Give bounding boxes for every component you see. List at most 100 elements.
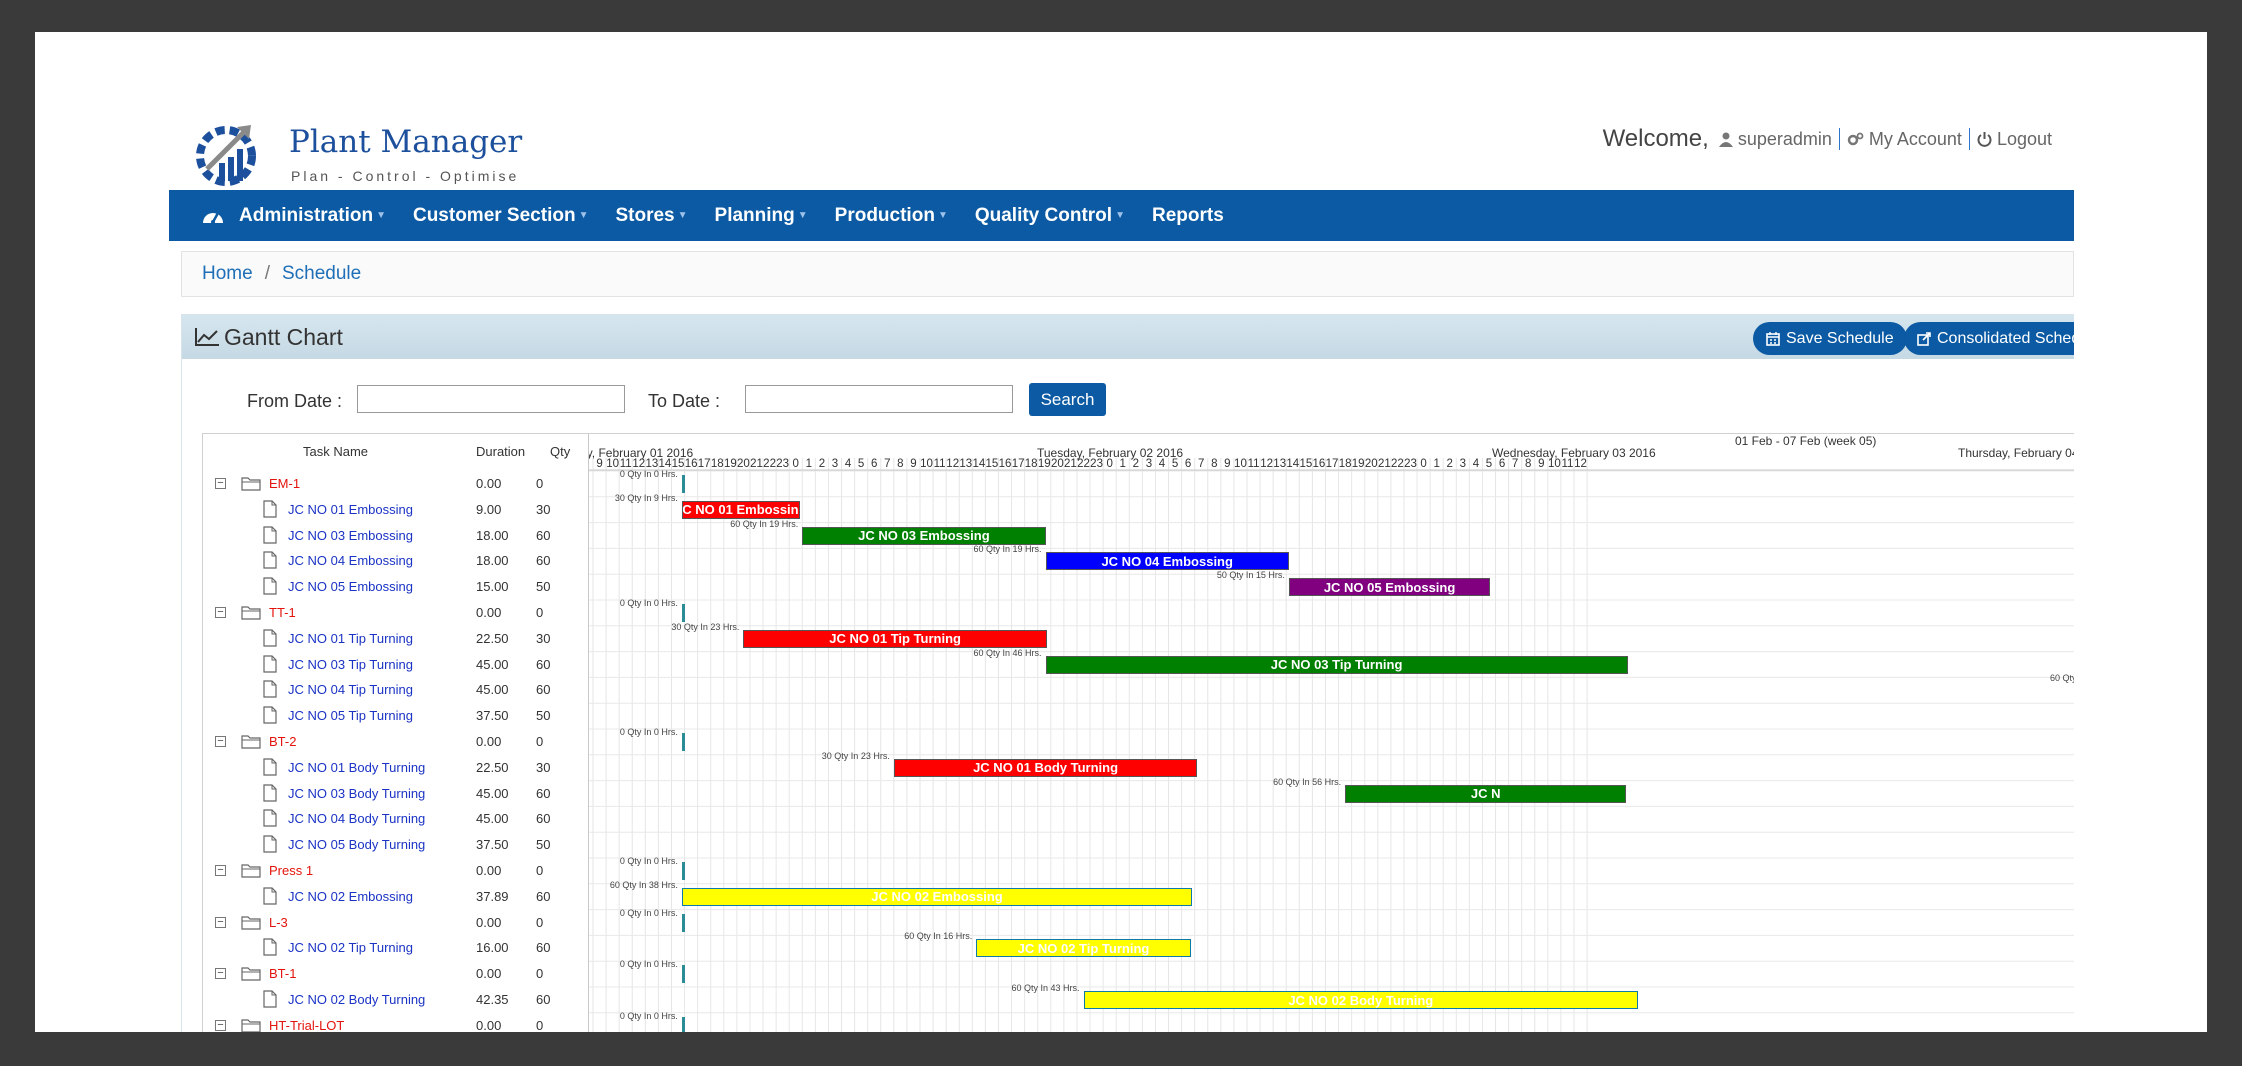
nav-quality-control[interactable]: Quality Control ▼ [975, 205, 1125, 227]
milestone-marker[interactable] [681, 913, 685, 932]
task-group-row[interactable]: − HT-Trial-LOT 0.00 0 [203, 1013, 588, 1032]
task-qty: 0 [536, 966, 544, 982]
col-duration: Duration [476, 443, 526, 459]
hour-label: 1 [1119, 458, 1126, 470]
caret-down-icon: ▼ [797, 210, 808, 221]
task-bar[interactable]: JC NO 04 Embossing [1045, 552, 1289, 571]
collapse-toggle-icon[interactable]: − [215, 1019, 226, 1031]
hour-label: 0 [792, 458, 799, 470]
consolidated-schedule-label: Consolidated Schedule [1937, 329, 2074, 347]
collapse-toggle-icon[interactable]: − [215, 864, 226, 876]
task-bar[interactable]: JC NO 01 Body Turning [893, 758, 1198, 777]
nav-administration[interactable]: Administration ▼ [239, 205, 386, 227]
nav-stores[interactable]: Stores ▼ [615, 205, 687, 227]
task-row[interactable]: JC NO 04 Tip Turning 45.00 60 [203, 677, 588, 703]
task-row[interactable]: JC NO 01 Embossing 9.00 30 [203, 497, 588, 523]
user-link[interactable]: superadmin [1718, 128, 1832, 150]
task-bar[interactable]: JC NO 02 Tip Turning [976, 939, 1191, 958]
hour-label: 6 [1184, 458, 1192, 470]
to-date-input[interactable] [745, 385, 1013, 413]
dashboard-link[interactable] [187, 207, 239, 225]
task-qty: 30 [536, 630, 551, 646]
task-bar[interactable]: JC NO 01 Embossing [681, 500, 800, 519]
collapse-toggle-icon[interactable]: − [215, 735, 226, 747]
task-row[interactable]: JC NO 03 Embossing 18.00 60 [203, 523, 588, 549]
task-bar[interactable]: JC NO 05 Embossing [1288, 578, 1491, 597]
collapse-toggle-icon[interactable]: − [215, 606, 226, 618]
username: superadmin [1737, 128, 1832, 149]
from-date-input[interactable] [357, 385, 625, 413]
task-group-row[interactable]: − BT-1 0.00 0 [203, 961, 588, 987]
milestone-marker[interactable] [681, 604, 685, 622]
task-group-row[interactable]: − EM-1 0.00 0 [203, 471, 588, 497]
app-tagline: Plan - Control - Optimise [291, 168, 520, 184]
bar-caption: 0 Qty In 0 Hrs. [619, 598, 678, 608]
task-qty: 50 [536, 708, 551, 724]
line-chart-icon [195, 328, 219, 346]
task-name: L-3 [269, 914, 288, 930]
task-row[interactable]: JC NO 01 Body Turning 22.50 30 [203, 755, 588, 781]
task-row[interactable]: JC NO 05 Embossing 15.00 50 [203, 574, 588, 600]
task-bar[interactable]: JC NO 03 Embossing [802, 526, 1046, 545]
task-row[interactable]: JC NO 03 Body Turning 45.00 60 [203, 781, 588, 807]
task-row[interactable]: JC NO 04 Body Turning 45.00 60 [203, 806, 588, 832]
task-row[interactable]: JC NO 02 Tip Turning 16.00 60 [203, 935, 588, 961]
folder-icon [241, 606, 261, 620]
task-row[interactable]: JC NO 04 Embossing 18.00 60 [203, 548, 588, 574]
task-bar[interactable]: JC NO 01 Tip Turning [743, 629, 1047, 648]
nav-planning[interactable]: Planning ▼ [715, 205, 808, 227]
task-group-row[interactable]: − Press 1 0.00 0 [203, 858, 588, 884]
task-row[interactable]: JC NO 05 Tip Turning 37.50 50 [203, 703, 588, 729]
task-row[interactable]: JC NO 05 Body Turning 37.50 50 [203, 832, 588, 858]
milestone-marker[interactable] [681, 475, 685, 493]
task-qty: 0 [536, 914, 544, 930]
task-bar[interactable]: JC N [1345, 784, 1627, 803]
hour-label: 22 [1391, 458, 1404, 470]
nav-reports[interactable]: Reports [1152, 205, 1224, 227]
hour-label: 10 [1547, 458, 1561, 470]
breadcrumb-home[interactable]: Home [202, 263, 253, 285]
task-row[interactable]: JC NO 01 Tip Turning 22.50 30 [203, 626, 588, 652]
panel-title: Gantt Chart [224, 323, 343, 350]
consolidated-schedule-button[interactable]: Consolidated Schedule [1904, 322, 2074, 355]
bar-caption: 60 Qty In 19 Hrs. [973, 544, 1042, 555]
nav-production[interactable]: Production ▼ [835, 205, 948, 227]
task-bar[interactable]: JC NO 02 Body Turning [1083, 991, 1639, 1009]
hour-label: 1 [805, 458, 812, 470]
task-bar[interactable]: JC NO 02 Embossing [681, 887, 1193, 906]
search-button[interactable]: Search [1029, 383, 1106, 416]
collapse-toggle-icon[interactable]: − [215, 478, 226, 489]
task-group-row[interactable]: − TT-1 0.00 0 [203, 600, 588, 626]
task-duration: 42.35 [476, 991, 509, 1007]
hour-label: 16 [998, 458, 1012, 470]
bar-label: JC NO 04 Embossing [1101, 553, 1233, 569]
milestone-marker[interactable] [681, 733, 685, 751]
task-row[interactable]: JC NO 03 Tip Turning 45.00 60 [203, 652, 588, 678]
hour-label: 7 [1198, 458, 1205, 470]
task-bar[interactable]: JC NO 03 Tip Turning [1045, 655, 1628, 674]
hour-label: 2 [1446, 458, 1453, 470]
hour-label: 6 [1498, 458, 1506, 470]
collapse-toggle-icon[interactable]: − [215, 968, 226, 980]
hour-label: 21 [1377, 458, 1391, 470]
hour-label: 4 [844, 458, 852, 470]
task-group-row[interactable]: − L-3 0.00 0 [203, 910, 588, 936]
caret-down-icon: ▼ [376, 210, 386, 221]
my-account-link[interactable]: My Account [1847, 129, 1962, 150]
task-group-row[interactable]: − BT-2 0.00 0 [203, 729, 588, 755]
col-qty: Qty [550, 443, 571, 459]
nav-customer-section[interactable]: Customer Section ▼ [413, 205, 589, 227]
milestone-marker[interactable] [681, 965, 685, 984]
breadcrumb-schedule[interactable]: Schedule [282, 263, 361, 285]
caret-down-icon: ▼ [578, 210, 589, 221]
logout-link[interactable]: Logout [1977, 129, 2052, 150]
save-schedule-button[interactable]: Save Schedule [1753, 322, 1907, 355]
milestone-marker[interactable] [681, 862, 685, 880]
hour-label: 3 [1459, 458, 1466, 470]
task-row[interactable]: JC NO 02 Body Turning 42.35 60 [203, 987, 588, 1013]
collapse-toggle-icon[interactable]: − [215, 916, 226, 928]
nav-label: Administration [239, 204, 374, 226]
week-label: 01 Feb - 07 Feb (week 05) [1735, 434, 1877, 448]
task-row[interactable]: JC NO 02 Embossing 37.89 60 [203, 884, 588, 910]
milestone-marker[interactable] [681, 1016, 685, 1032]
